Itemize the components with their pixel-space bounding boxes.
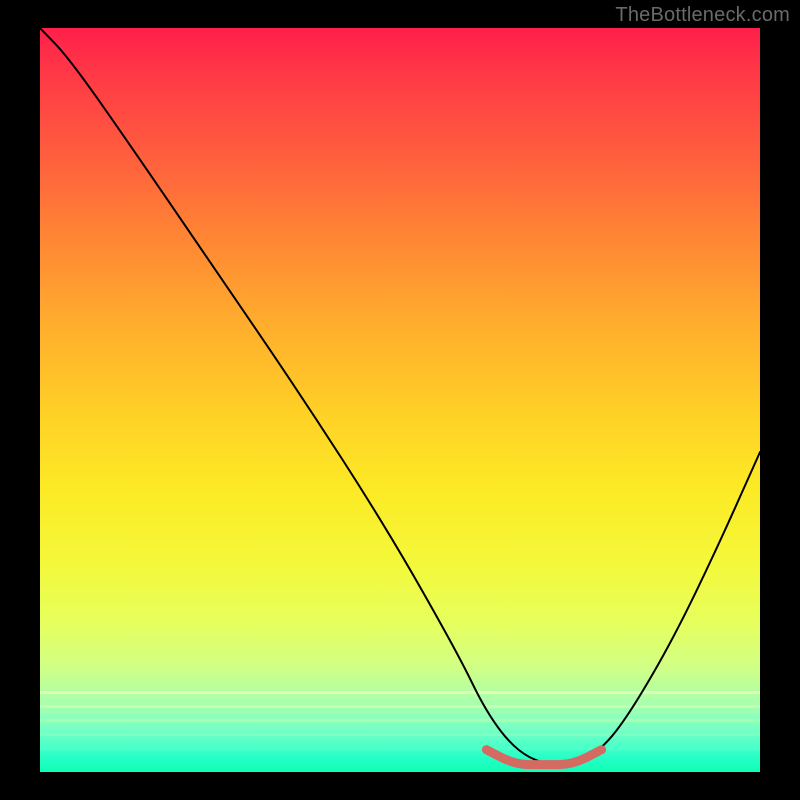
bottleneck-curve-path [40,28,760,765]
watermark-text: TheBottleneck.com [615,4,790,27]
plot-area [40,28,760,772]
chart-frame: TheBottleneck.com [0,0,800,800]
chart-svg [40,28,760,772]
highlight-flat-path [486,750,601,765]
